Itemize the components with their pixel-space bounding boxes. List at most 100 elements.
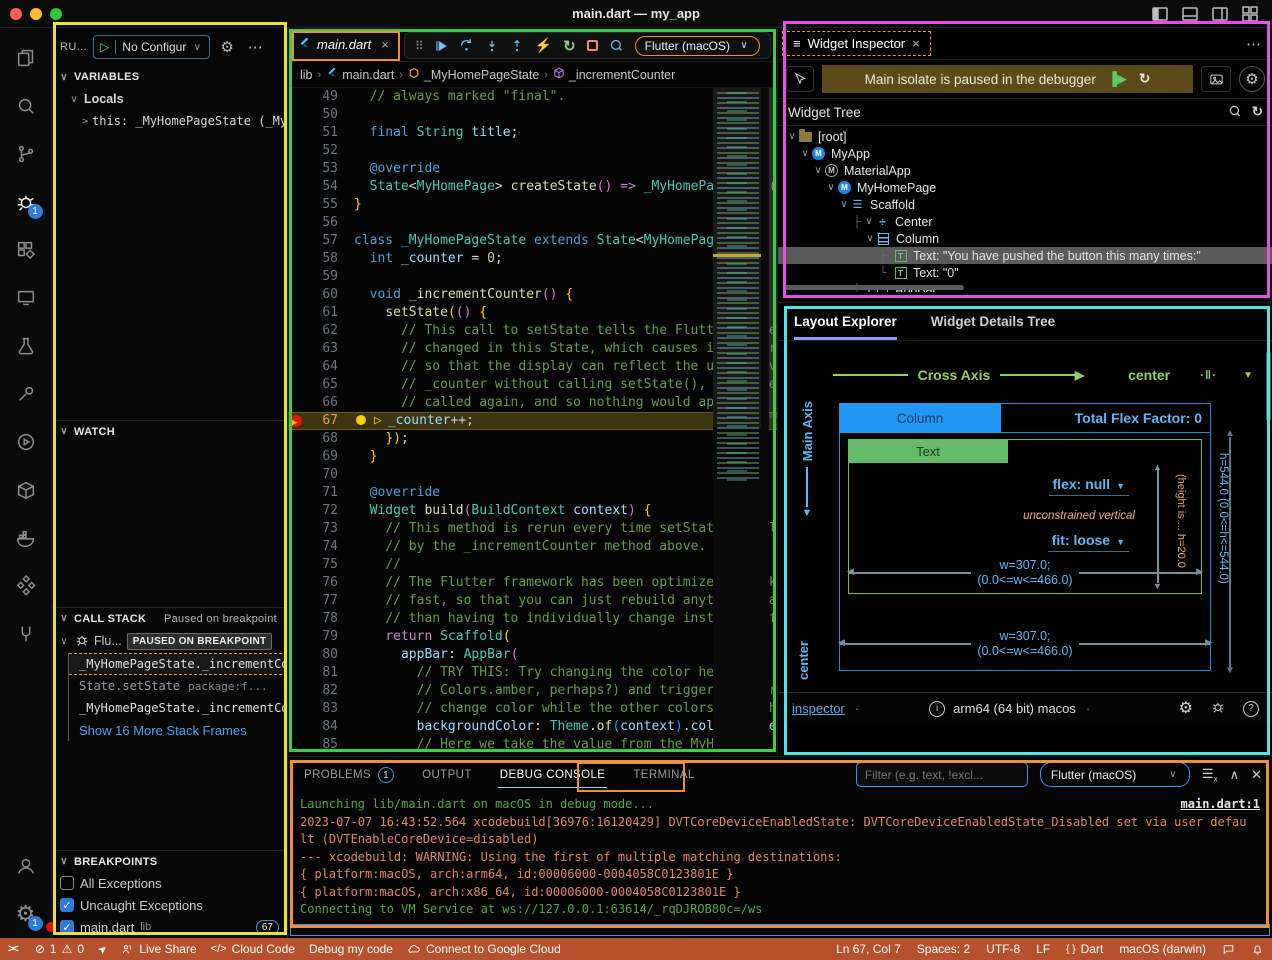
code-line-53[interactable]: 53 @override — [288, 160, 777, 178]
debug-console-output[interactable]: Launching lib/main.dart on macOS in debu… — [288, 793, 1272, 923]
maximize-panel-icon[interactable]: ∧ — [1230, 767, 1240, 783]
select-widget-mode-icon[interactable] — [786, 66, 814, 92]
breadcrumb-item[interactable]: main.dart — [326, 67, 394, 82]
panel-tab-terminal[interactable]: TERMINAL — [631, 763, 696, 787]
clear-console-icon[interactable]: ☰x — [1202, 766, 1218, 784]
lightbulb-icon[interactable] — [356, 415, 366, 425]
gutter[interactable] — [288, 592, 306, 610]
stack-frame[interactable]: _MyHomePageState._incrementCo — [69, 697, 287, 719]
code-line-80[interactable]: 80 appBar: AppBar( — [288, 646, 777, 664]
config-dropdown[interactable]: No Configur — [122, 40, 186, 54]
gutter[interactable] — [288, 394, 306, 412]
main-axis-value[interactable]: center — [796, 641, 818, 685]
widget-tree-node[interactable]: ∨☰Scaffold — [778, 196, 1272, 213]
close-panel-icon[interactable]: ✕ — [1251, 767, 1262, 783]
gutter[interactable] — [288, 700, 306, 718]
widget-tree-node[interactable]: ├∨÷Center — [778, 213, 1272, 230]
gutter[interactable] — [288, 718, 306, 736]
toolbar-drag-grip[interactable]: ⠿ — [415, 39, 423, 53]
tab-main-dart[interactable]: main.dart × — [288, 28, 400, 61]
panel-tab-problems[interactable]: PROBLEMS1 — [302, 761, 396, 789]
chevron-down-icon[interactable]: ∨ — [786, 131, 798, 142]
gutter[interactable] — [288, 538, 306, 556]
explorer-icon[interactable] — [2, 34, 50, 82]
code-line-75[interactable]: 75 // — [288, 556, 777, 574]
package-explorer-icon[interactable] — [2, 466, 50, 514]
code-line-72[interactable]: 72 Widget build(BuildContext context) { — [288, 502, 777, 520]
widget-tree-node[interactable]: ∨[root] — [778, 128, 1272, 145]
gutter[interactable] — [288, 142, 306, 160]
code-line-70[interactable]: 70 — [288, 466, 777, 484]
breadcrumb-item[interactable]: _MyHomePageState — [408, 67, 539, 82]
gutter[interactable] — [288, 412, 306, 430]
code-line-57[interactable]: 57class _MyHomePageState extends State<M… — [288, 232, 777, 250]
live-share-button[interactable]: Live Share — [121, 942, 196, 956]
gutter[interactable] — [288, 682, 306, 700]
source-control-icon[interactable] — [2, 130, 50, 178]
gutter[interactable] — [288, 106, 306, 124]
sidebar-more-icon[interactable]: ⋯ — [244, 38, 267, 56]
code-line-63[interactable]: 63 // changed in this State, which cause… — [288, 340, 777, 358]
tree-search-icon[interactable] — [1228, 104, 1242, 121]
split-editor-icon[interactable] — [1212, 6, 1228, 27]
hot-reload-icon[interactable]: ⚡ — [535, 37, 552, 54]
show-more-frames-link[interactable]: Show 16 More Stack Frames — [69, 719, 287, 741]
tab-widget-inspector[interactable]: ≡ Widget Inspector × — [782, 31, 931, 56]
debug-settings-gear-icon[interactable]: ⚙ — [216, 38, 237, 56]
breadcrumb-item[interactable]: lib — [300, 68, 313, 82]
stack-frame[interactable]: State.setStatepackage:f... — [69, 675, 287, 697]
breadcrumb-item[interactable]: _incrementCounter — [553, 67, 675, 82]
gutter[interactable] — [288, 268, 306, 286]
accounts-icon[interactable] — [2, 842, 50, 890]
target-platform[interactable]: macOS (darwin) — [1119, 942, 1206, 956]
chevron-down-icon[interactable]: ∨ — [812, 165, 824, 176]
text-widget-tab[interactable]: Text — [848, 439, 1008, 463]
code-line-64[interactable]: 64 // so that the display can reflect th… — [288, 358, 777, 376]
hot-reload-banner-icon[interactable]: ↻ — [1139, 71, 1150, 87]
gutter[interactable] — [288, 376, 306, 394]
gutter[interactable] — [288, 574, 306, 592]
code-line-56[interactable]: 56 — [288, 214, 777, 232]
tree-refresh-icon[interactable]: ↻ — [1252, 104, 1263, 120]
code-line-79[interactable]: 79 return Scaffold( — [288, 628, 777, 646]
code-line-81[interactable]: 81 // TRY THIS: Try changing the color h… — [288, 664, 777, 682]
layout-explorer-scrollbar[interactable] — [1266, 351, 1271, 421]
launch-config-control[interactable]: ▷ No Configur∨ — [93, 35, 210, 59]
gutter[interactable] — [288, 502, 306, 520]
code-line-74[interactable]: 74 // by the _incrementCounter method ab… — [288, 538, 777, 556]
chevron-down-icon[interactable]: ∨ — [799, 148, 811, 159]
cloud-code-button[interactable]: </>Cloud Code — [211, 942, 295, 956]
tools-icon[interactable] — [2, 370, 50, 418]
inspector-footer-link[interactable]: inspector — [792, 701, 845, 716]
connector-icon[interactable] — [2, 610, 50, 658]
language-mode[interactable]: { } Dart — [1066, 942, 1103, 956]
settings-gear-icon[interactable]: ⚙ 1 — [2, 890, 50, 938]
step-out-icon[interactable] — [510, 39, 524, 53]
breakpoint-checkbox[interactable]: ✓ — [60, 920, 74, 934]
breakpoint-paused-icon[interactable] — [290, 415, 302, 427]
resume-icon[interactable]: ▐▶ — [1108, 71, 1127, 87]
breakpoint-checkbox[interactable]: ✓ — [60, 898, 74, 912]
flex-dropdown[interactable]: flex: null▼ — [1049, 476, 1129, 496]
screenshot-icon[interactable] — [1201, 66, 1231, 92]
chevron-down-icon[interactable]: ∨ — [864, 233, 876, 244]
extensions-icon[interactable] — [2, 226, 50, 274]
gutter[interactable] — [288, 448, 306, 466]
testing-icon[interactable] — [2, 322, 50, 370]
console-filter-input[interactable] — [856, 762, 1028, 787]
code-line-68[interactable]: 68 }); — [288, 430, 777, 448]
code-line-61[interactable]: 61 setState(() { — [288, 304, 777, 322]
publish-icon[interactable]: ➤ — [98, 943, 107, 956]
toggle-panel-icon[interactable] — [1182, 6, 1198, 27]
code-line-71[interactable]: 71 @override — [288, 484, 777, 502]
breakpoints-section-header[interactable]: ∨BREAKPOINTS — [52, 850, 287, 872]
breakpoint-row[interactable]: ✓main.dartlib67 — [52, 916, 287, 938]
locals-group[interactable]: ∨Locals — [52, 88, 287, 110]
code-line-84[interactable]: 84 backgroundColor: Theme.of(context).co… — [288, 718, 777, 736]
code-editor[interactable]: 49 // always marked "final".5051 final S… — [288, 88, 777, 756]
encoding[interactable]: UTF-8 — [986, 942, 1020, 956]
restart-icon[interactable]: ↻ — [563, 37, 576, 55]
fit-dropdown[interactable]: fit: loose▼ — [1048, 532, 1129, 552]
footer-bug-icon[interactable] — [1211, 700, 1225, 717]
code-line-52[interactable]: 52 — [288, 142, 777, 160]
